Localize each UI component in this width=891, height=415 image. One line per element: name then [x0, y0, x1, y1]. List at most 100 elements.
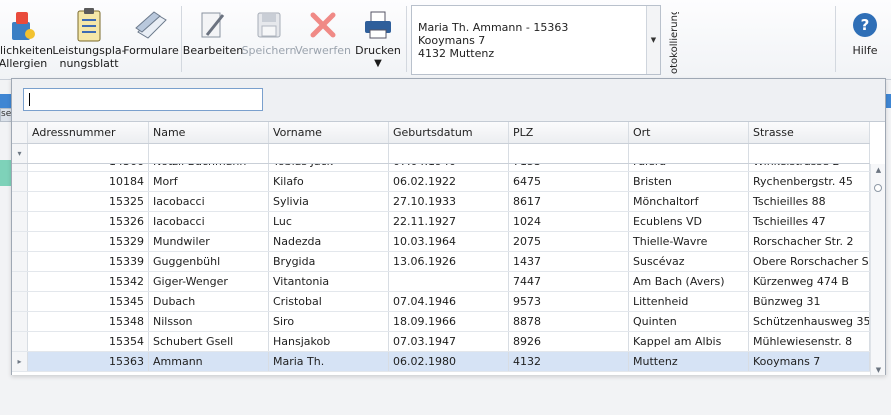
cell-strasse: Rorschacher Str. 2 [749, 232, 870, 251]
discard-icon [305, 6, 341, 44]
cell-ort: Mönchaltorf [629, 192, 749, 211]
column-header-ort[interactable]: Ort [629, 122, 749, 143]
cell-ort: Littenheid [629, 292, 749, 311]
cell-plz: 8926 [509, 332, 629, 351]
cell-ort: Quinten [629, 312, 749, 331]
row-indicator[interactable] [12, 172, 28, 191]
forms-label: Formulare [123, 44, 179, 57]
edit-button[interactable]: Bearbeiten [183, 0, 243, 76]
table-row[interactable]: 15325 Iacobacci Sylivia 27.10.1933 8617 Mönch… [12, 192, 870, 212]
ribbon-toolbar: glichkeiten Allergien Leistungspla- nung… [0, 0, 891, 80]
cell-plz: 9573 [509, 292, 629, 311]
address-dropdown-button[interactable]: ▼ [646, 6, 660, 74]
table-row[interactable]: ▸ 15363 Ammann Maria Th. 06.02.1980 4132 Mutte… [12, 352, 870, 372]
cell-ort: Ecublens VD [629, 212, 749, 231]
forms-button[interactable]: Formulare [123, 0, 179, 76]
print-dropdown-arrow[interactable]: ▼ [374, 57, 382, 70]
save-button[interactable]: Speichern [242, 0, 296, 76]
filter-cell[interactable] [629, 144, 749, 163]
scroll-thumb[interactable] [874, 184, 882, 192]
discard-button[interactable]: Verwerfen [295, 0, 351, 76]
allergies-label-1: glichkeiten [0, 44, 53, 57]
allergy-icon [5, 6, 41, 44]
cell-strasse: Kürzenweg 474 B [749, 272, 870, 291]
row-indicator[interactable] [12, 332, 28, 351]
table-row[interactable]: 15354 Schubert Gsell Hansjakob 07.03.1947 89… [12, 332, 870, 352]
filter-cell[interactable] [28, 144, 149, 163]
cell-geburtsdatum: 18.09.1966 [389, 312, 509, 331]
vertical-scrollbar[interactable]: ▲ ▼ [870, 164, 885, 375]
column-header-strasse[interactable]: Strasse [749, 122, 870, 143]
column-header-plz[interactable]: PLZ [509, 122, 629, 143]
filter-cell[interactable] [749, 144, 870, 163]
cell-plz: 1024 [509, 212, 629, 231]
address-selector[interactable]: Maria Th. Ammann - 15363 Kooymans 7 4132… [411, 5, 661, 75]
cell-ort: Falera [629, 164, 749, 171]
row-indicator[interactable] [12, 232, 28, 251]
help-button[interactable]: ? Hilfe [842, 0, 888, 76]
forms-icon [133, 6, 169, 44]
row-indicator[interactable] [12, 292, 28, 311]
row-indicator[interactable] [12, 192, 28, 211]
table-row[interactable]: 14366Notzli BachmannTobias Jack07.04.194… [12, 164, 870, 172]
cell-strasse: Schützenhausweg 35 [749, 312, 870, 331]
protocol-tab-label: otokollierung [669, 12, 680, 74]
cell-geburtsdatum [389, 272, 509, 291]
table-row[interactable]: 15345 Dubach Cristobal 07.04.1946 9573 Litten… [12, 292, 870, 312]
table-row[interactable]: 15326 Iacobacci Luc 22.11.1927 1024 Ecublens … [12, 212, 870, 232]
cell-name: Notzli Bachmann [149, 164, 269, 171]
cell-plz: 2075 [509, 232, 629, 251]
ribbon-separator [406, 6, 407, 72]
printer-icon [360, 6, 396, 44]
cell-geburtsdatum: 07.03.1947 [389, 332, 509, 351]
service-plan-button[interactable]: Leistungspla- nungsblatt [52, 0, 126, 76]
filter-icon: ▾ [12, 144, 28, 163]
cell-ort: Thielle-Wavre [629, 232, 749, 251]
cell-vorname: Tobias Jack [269, 164, 389, 171]
table-row[interactable]: 15342 Giger-Wenger Vitantonia 7447 Am Bach (… [12, 272, 870, 292]
row-indicator[interactable] [12, 272, 28, 291]
print-label: Drucken [355, 44, 401, 57]
table-row[interactable]: 15329 Mundwiler Nadezda 10.03.1964 2075 Thiel… [12, 232, 870, 252]
cell-plz: 4132 [509, 352, 629, 371]
allergies-button[interactable]: glichkeiten Allergien [0, 0, 53, 76]
cell-strasse: Obere Rorschacher S... [749, 252, 870, 271]
column-header-adressnummer[interactable]: Adressnummer [28, 122, 149, 143]
scroll-down-arrow[interactable]: ▼ [871, 364, 885, 375]
cell-name: Ammann [149, 352, 269, 371]
row-indicator[interactable] [12, 312, 28, 331]
filter-cell[interactable] [389, 144, 509, 163]
cell-plz: 8878 [509, 312, 629, 331]
address-search-popup: Adressnummer Name Vorname Geburtsdatum P… [11, 78, 886, 375]
row-indicator[interactable] [12, 252, 28, 271]
print-button[interactable]: Drucken ▼ [352, 0, 404, 76]
row-indicator-header [12, 122, 28, 143]
cell-plz: 7447 [509, 272, 629, 291]
row-indicator[interactable]: ▸ [12, 352, 28, 371]
address-line-1: Maria Th. Ammann - 15363 [418, 21, 569, 34]
column-header-name[interactable]: Name [149, 122, 269, 143]
table-row[interactable]: 15339 Guggenbühl Brygida 13.06.1926 1437 Susc… [12, 252, 870, 272]
row-indicator[interactable] [12, 164, 28, 171]
ribbon-separator [181, 6, 182, 72]
filter-cell[interactable] [269, 144, 389, 163]
cell-name: Giger-Wenger [149, 272, 269, 291]
filter-cell[interactable] [149, 144, 269, 163]
filter-cell[interactable] [509, 144, 629, 163]
column-header-vorname[interactable]: Vorname [269, 122, 389, 143]
search-input[interactable] [23, 88, 263, 111]
cell-adressnummer: 15325 [28, 192, 149, 211]
column-header-geburtsdatum[interactable]: Geburtsdatum [389, 122, 509, 143]
table-row[interactable]: 10184 Morf Kilafo 06.02.1922 6475 Bristen Rych… [12, 172, 870, 192]
row-indicator[interactable] [12, 212, 28, 231]
cell-name: Schubert Gsell [149, 332, 269, 351]
table-row[interactable]: 15348 Nilsson Siro 18.09.1966 8878 Quinten Sch… [12, 312, 870, 332]
cell-ort: Suscévaz [629, 252, 749, 271]
address-line-3: 4132 Muttenz [418, 47, 495, 60]
cell-plz: 6475 [509, 172, 629, 191]
scroll-up-arrow[interactable]: ▲ [871, 164, 885, 176]
cell-adressnummer: 15339 [28, 252, 149, 271]
allergies-label-2: Allergien [0, 57, 48, 70]
grid-body: 14366Notzli BachmannTobias Jack07.04.194… [12, 164, 870, 375]
protocol-tab[interactable]: otokollierung [668, 12, 682, 74]
